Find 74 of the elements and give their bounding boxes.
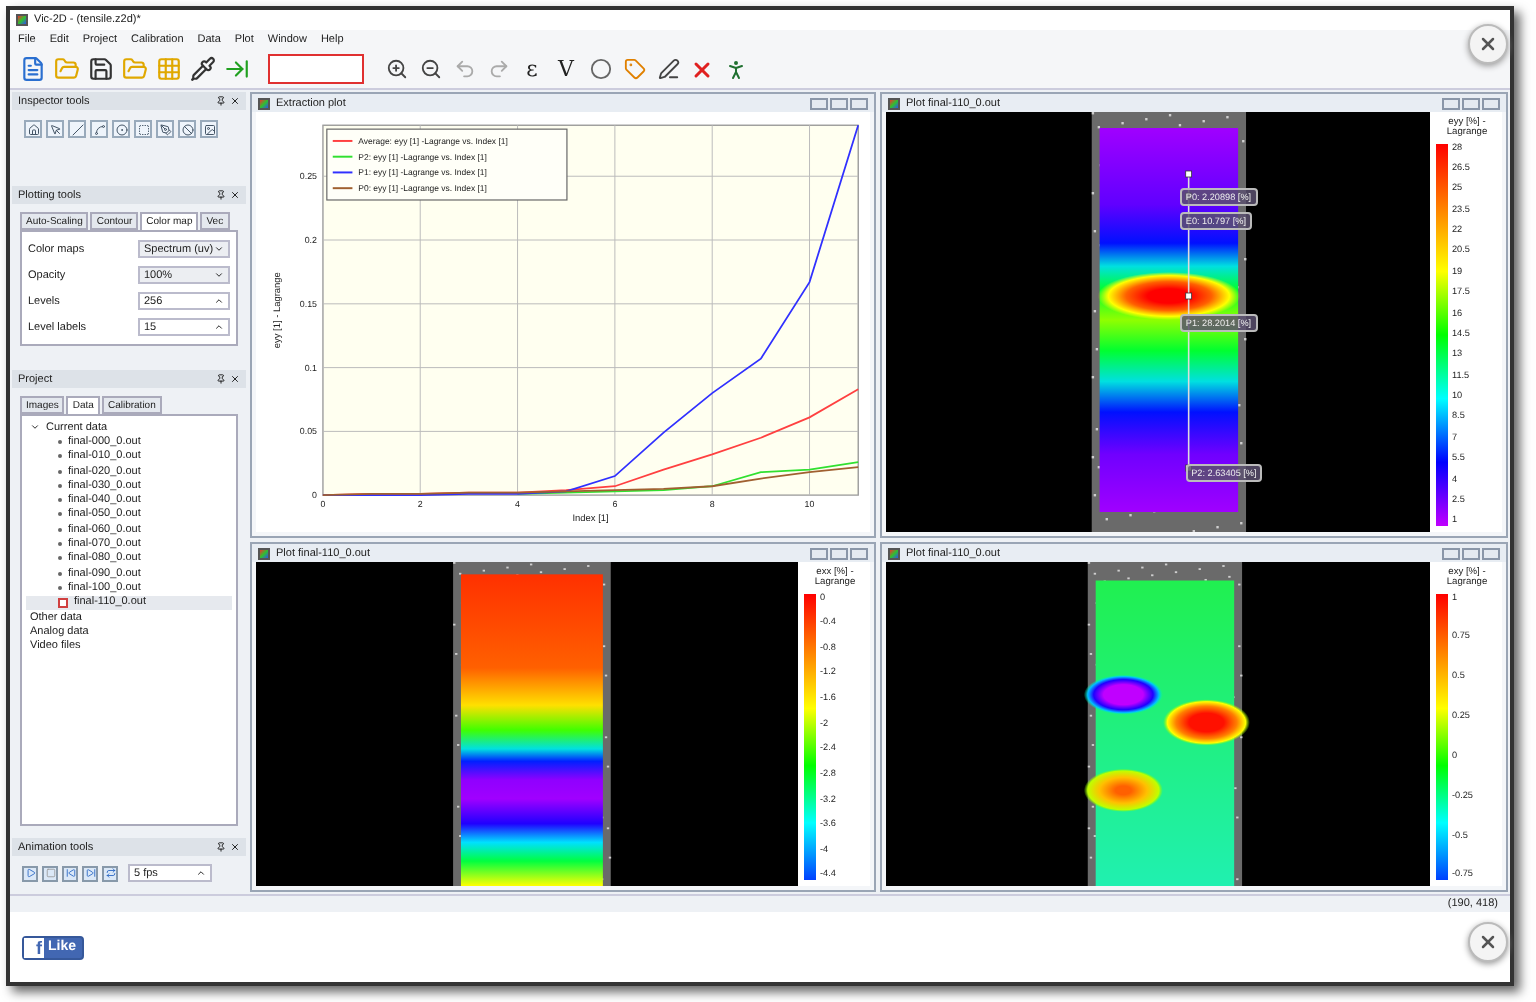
save-icon — [87, 56, 113, 82]
plot-icon — [888, 97, 900, 109]
inspector-tool-button[interactable] — [68, 120, 86, 138]
maximize-button[interactable] — [830, 547, 848, 559]
loop-icon — [105, 868, 115, 878]
pen-icon — [159, 123, 171, 135]
plot-icon — [258, 547, 270, 559]
toolbar-button[interactable]: ε — [518, 53, 546, 85]
inspector-tool-button[interactable] — [178, 120, 196, 138]
pen-icon — [657, 58, 679, 80]
zoom-out-icon — [419, 58, 441, 80]
circle-icon — [115, 123, 127, 135]
plot-icon — [258, 97, 270, 109]
pointer-icon — [49, 123, 61, 135]
maximize-button[interactable] — [1462, 547, 1480, 559]
caret-icon — [214, 270, 224, 280]
toolbar-button[interactable] — [188, 53, 216, 85]
app-icon — [16, 14, 28, 26]
curve-icon — [93, 123, 105, 135]
maximize-button[interactable] — [830, 97, 848, 109]
circle-icon — [589, 58, 611, 80]
pin-icon[interactable] — [216, 374, 226, 384]
inspector-tool-button[interactable] — [112, 120, 130, 138]
tag-icon — [623, 58, 645, 80]
person-icon — [724, 57, 748, 81]
minimize-button[interactable] — [1442, 547, 1460, 559]
inspector-tool-button[interactable] — [156, 120, 174, 138]
inspector-tool-button[interactable] — [90, 120, 108, 138]
stop-icon — [45, 868, 55, 878]
skip-forward-icon — [85, 868, 95, 878]
first-frame-button[interactable] — [62, 865, 78, 881]
delete-icon — [690, 57, 714, 81]
inspector-tool-button[interactable] — [24, 120, 42, 138]
maximize-button[interactable] — [1462, 97, 1480, 109]
undo-icon — [453, 58, 475, 80]
close-icon — [1478, 34, 1498, 54]
folder-icon — [53, 56, 79, 82]
skip-back-icon — [65, 868, 75, 878]
input-field[interactable] — [268, 54, 364, 84]
toolbar-button[interactable] — [654, 53, 682, 85]
logo: f — [24, 937, 44, 957]
redo-icon — [487, 58, 509, 80]
image-icon — [203, 123, 215, 135]
toolbar-button[interactable]: V — [552, 53, 580, 85]
pin-icon[interactable] — [216, 96, 226, 106]
toolbar-button[interactable] — [86, 53, 114, 85]
zoom-in-icon — [385, 58, 407, 80]
toolbar-button[interactable] — [586, 53, 614, 85]
ban-icon — [181, 123, 193, 135]
arrow-icon — [223, 56, 249, 82]
pin-icon[interactable] — [216, 190, 226, 200]
inspector-tool-button[interactable] — [134, 120, 152, 138]
file-icon — [58, 597, 68, 608]
inspector-tool-button[interactable] — [200, 120, 218, 138]
minimize-button[interactable] — [810, 547, 828, 559]
close-icon — [1478, 932, 1498, 952]
minimize-button[interactable] — [1442, 97, 1460, 109]
loop-button[interactable] — [102, 865, 118, 881]
play-icon — [25, 868, 35, 878]
pin-icon[interactable] — [216, 842, 226, 852]
stop-button[interactable] — [42, 865, 58, 881]
caret-icon — [214, 244, 224, 254]
expand-icon[interactable] — [30, 422, 40, 433]
pipette-icon — [189, 56, 215, 82]
new-file-icon — [19, 56, 45, 82]
house-icon — [27, 123, 39, 135]
grid-icon — [155, 56, 181, 82]
plot-icon — [888, 547, 900, 559]
line-icon — [71, 123, 83, 135]
minimize-button[interactable] — [810, 97, 828, 109]
folder-icon — [121, 56, 147, 82]
inspector-tool-button[interactable] — [46, 120, 64, 138]
last-frame-button[interactable] — [82, 865, 98, 881]
play-button[interactable] — [22, 865, 38, 881]
